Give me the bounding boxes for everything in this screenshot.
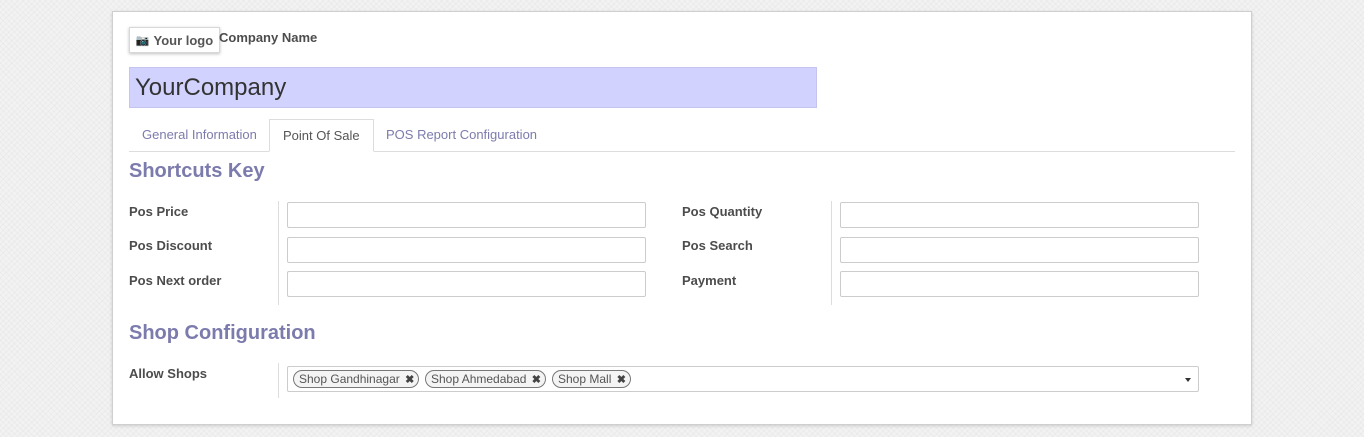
pos-quantity-input[interactable] bbox=[840, 202, 1199, 228]
shop-tag-label: Shop Mall bbox=[558, 372, 612, 386]
allow-shops-many2many-input[interactable]: Shop Gandhinagar ✖ Shop Ahmedabad ✖ Shop… bbox=[287, 366, 1199, 392]
pos-discount-input[interactable] bbox=[287, 237, 646, 263]
company-name-label: Company Name bbox=[219, 30, 318, 45]
logo-upload-button[interactable]: 📷 Your logo bbox=[129, 27, 220, 53]
column-divider bbox=[831, 201, 832, 305]
pos-price-input[interactable] bbox=[287, 202, 646, 228]
column-divider bbox=[278, 363, 279, 398]
shop-tag-label: Shop Ahmedabad bbox=[431, 372, 527, 386]
tab-point-of-sale[interactable]: Point Of Sale bbox=[269, 119, 374, 152]
allow-shops-label: Allow Shops bbox=[129, 366, 207, 381]
logo-text: Your logo bbox=[153, 32, 214, 48]
camera-icon: 📷 bbox=[135, 34, 150, 47]
remove-tag-icon[interactable]: ✖ bbox=[617, 374, 626, 386]
pos-next-order-input[interactable] bbox=[287, 271, 646, 297]
shop-configuration-heading: Shop Configuration bbox=[129, 322, 316, 344]
shop-tag-label: Shop Gandhinagar bbox=[299, 372, 400, 386]
remove-tag-icon[interactable]: ✖ bbox=[405, 374, 414, 386]
pos-search-label: Pos Search bbox=[682, 238, 753, 253]
pos-quantity-label: Pos Quantity bbox=[682, 204, 763, 219]
payment-input[interactable] bbox=[840, 271, 1199, 297]
shop-tag: Shop Gandhinagar ✖ bbox=[293, 370, 420, 388]
shop-tag: Shop Mall ✖ bbox=[552, 370, 631, 388]
form-sheet: 📷 Your logo Company Name YourCompany Gen… bbox=[112, 11, 1252, 425]
payment-label: Payment bbox=[682, 273, 737, 288]
tab-bar: General Information Point Of Sale POS Re… bbox=[129, 119, 1235, 152]
dropdown-caret-icon[interactable] bbox=[1185, 378, 1191, 382]
pos-search-input[interactable] bbox=[840, 237, 1199, 263]
column-divider bbox=[278, 201, 279, 305]
shortcuts-key-heading: Shortcuts Key bbox=[129, 160, 265, 182]
company-name-input[interactable]: YourCompany bbox=[129, 67, 817, 108]
tab-pos-report-configuration[interactable]: POS Report Configuration bbox=[373, 119, 550, 151]
remove-tag-icon[interactable]: ✖ bbox=[532, 374, 541, 386]
pos-price-label: Pos Price bbox=[129, 204, 189, 219]
tab-general-information[interactable]: General Information bbox=[129, 119, 270, 151]
pos-next-order-label: Pos Next order bbox=[129, 273, 222, 288]
pos-discount-label: Pos Discount bbox=[129, 238, 213, 253]
shop-tag: Shop Ahmedabad ✖ bbox=[425, 370, 546, 388]
